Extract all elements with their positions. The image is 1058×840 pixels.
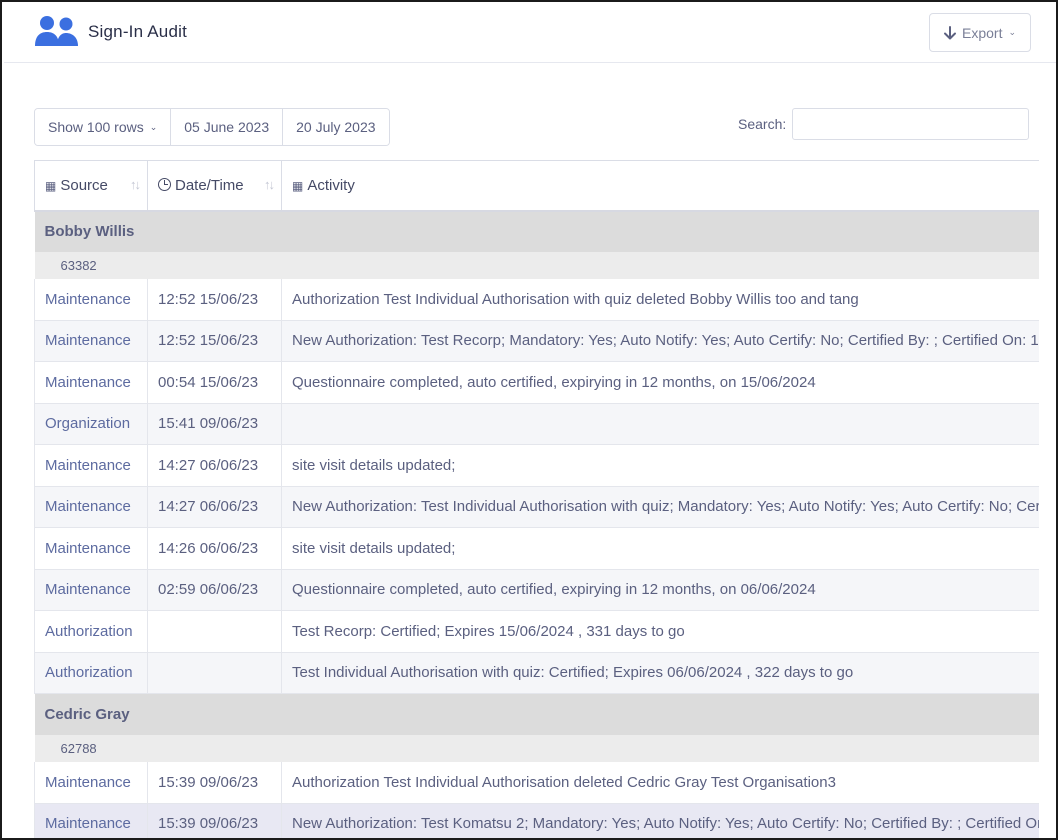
group-name: Bobby Willis xyxy=(34,210,1039,252)
cell-source: Maintenance xyxy=(34,486,148,528)
table-row[interactable]: Maintenance 00:54 15/06/23 Questionnaire c… xyxy=(34,361,1039,404)
cell-datetime: 15:39 09/06/23 xyxy=(147,803,282,838)
cell-datetime: 12:52 15/06/23 xyxy=(147,278,282,321)
audit-table: ▦ Source ↑↓ Date/Time ↑↓ ▦ Activity Bobby … xyxy=(34,160,1039,838)
export-label: Export xyxy=(962,24,1003,41)
cell-source: Maintenance xyxy=(34,803,148,838)
cell-activity: Test Recorp: Certified; Expires 15/06/20… xyxy=(281,610,1039,653)
table-row[interactable]: Maintenance 14:27 06/06/23 New Authorizati… xyxy=(34,486,1039,528)
table-row[interactable]: Maintenance 12:52 15/06/23 Authorization T… xyxy=(34,278,1039,321)
cell-datetime: 02:59 06/06/23 xyxy=(147,569,282,611)
cell-datetime xyxy=(147,652,282,694)
group-id: 63382 xyxy=(34,251,1039,279)
date-from-button[interactable]: 05 June 2023 xyxy=(171,109,284,145)
export-button[interactable]: Export ⌄ xyxy=(929,13,1031,52)
cell-source: Authorization xyxy=(34,652,148,694)
show-rows-label: Show 100 rows xyxy=(48,119,144,135)
cell-activity: Authorization Test Individual Authorisat… xyxy=(281,278,1039,321)
date-to-button[interactable]: 20 July 2023 xyxy=(283,109,389,145)
cell-source: Maintenance xyxy=(34,761,148,804)
group-id-row: 62788 xyxy=(34,734,1039,762)
cell-activity: site visit details updated; xyxy=(281,444,1039,487)
table-header-row: ▦ Source ↑↓ Date/Time ↑↓ ▦ Activity xyxy=(34,160,1039,212)
column-header-datetime[interactable]: Date/Time ↑↓ xyxy=(147,160,282,212)
cell-activity: Authorization Test Individual Authorisat… xyxy=(281,761,1039,804)
table-row[interactable]: Authorization Test Individual Authorisati… xyxy=(34,652,1039,694)
cell-datetime: 14:27 06/06/23 xyxy=(147,444,282,487)
cell-activity: site visit details updated; xyxy=(281,527,1039,570)
list-icon: ▦ xyxy=(45,178,57,193)
column-header-source[interactable]: ▦ Source ↑↓ xyxy=(34,160,148,212)
cell-datetime xyxy=(147,610,282,653)
group-id-row: 63382 xyxy=(34,251,1039,279)
audit-table-container: ▦ Source ↑↓ Date/Time ↑↓ ▦ Activity Bobby … xyxy=(34,160,1039,838)
cell-datetime: 00:54 15/06/23 xyxy=(147,361,282,404)
cell-activity: New Authorization: Test Komatsu 2; Manda… xyxy=(281,803,1039,838)
cell-datetime: 15:39 09/06/23 xyxy=(147,761,282,804)
cell-activity xyxy=(281,403,1039,445)
app-window: Sign-In Audit Export ⌄ Show 100 rows ⌄ 0… xyxy=(0,0,1058,840)
cell-source: Maintenance xyxy=(34,320,148,362)
column-header-activity[interactable]: ▦ Activity xyxy=(281,160,1039,212)
search-label: Search: xyxy=(738,116,787,132)
arrow-down-icon xyxy=(944,25,956,39)
sort-icon[interactable]: ↑↓ xyxy=(130,177,141,192)
cell-source: Maintenance xyxy=(34,527,148,570)
cell-source: Maintenance xyxy=(34,444,148,487)
cell-source: Maintenance xyxy=(34,569,148,611)
list-icon: ▦ xyxy=(292,178,304,193)
table-row[interactable]: Maintenance 14:26 06/06/23 site visit deta… xyxy=(34,527,1039,570)
cell-source: Maintenance xyxy=(34,361,148,404)
chevron-down-icon: ⌄ xyxy=(1008,27,1017,37)
cell-activity: New Authorization: Test Individual Autho… xyxy=(281,486,1039,528)
cell-source: Maintenance xyxy=(34,278,148,321)
cell-source: Authorization xyxy=(34,610,148,653)
table-row[interactable]: Maintenance 15:39 09/06/23 Authorization T… xyxy=(34,761,1039,804)
table-row[interactable]: Authorization Test Recorp: Certified; Exp… xyxy=(34,610,1039,653)
table-row[interactable]: Maintenance 12:52 15/06/23 New Authorizati… xyxy=(34,320,1039,362)
chevron-down-icon: ⌄ xyxy=(149,121,158,132)
column-header-label: Date/Time xyxy=(175,176,244,194)
cell-datetime: 14:26 06/06/23 xyxy=(147,527,282,570)
cell-datetime: 12:52 15/06/23 xyxy=(147,320,282,362)
column-header-label: Source xyxy=(60,176,108,194)
cell-activity: Test Individual Authorisation with quiz:… xyxy=(281,652,1039,694)
table-row[interactable]: Maintenance 14:27 06/06/23 site visit deta… xyxy=(34,444,1039,487)
table-controls: Show 100 rows ⌄ 05 June 2023 20 July 202… xyxy=(34,108,390,146)
sort-icon[interactable]: ↑↓ xyxy=(264,177,275,192)
search-input[interactable] xyxy=(792,108,1029,140)
table-row[interactable]: Organization 15:41 09/06/23 xyxy=(34,403,1039,445)
cell-activity: Questionnaire completed, auto certified,… xyxy=(281,361,1039,404)
page-title: Sign-In Audit xyxy=(88,22,187,41)
group-id: 62788 xyxy=(34,734,1039,762)
cell-activity: Questionnaire completed, auto certified,… xyxy=(281,569,1039,611)
cell-datetime: 14:27 06/06/23 xyxy=(147,486,282,528)
table-row[interactable]: Maintenance 02:59 06/06/23 Questionnaire c… xyxy=(34,569,1039,611)
column-header-label: Activity xyxy=(307,176,355,194)
group-row[interactable]: Bobby Willis xyxy=(34,210,1039,252)
group-name: Cedric Gray xyxy=(34,693,1039,735)
table-row[interactable]: Maintenance 15:39 09/06/23 New Authorizati… xyxy=(34,803,1039,838)
cell-activity: New Authorization: Test Recorp; Mandator… xyxy=(281,320,1039,362)
clock-icon xyxy=(158,177,171,191)
table-body: Bobby Willis 63382 Maintenance 12:52 15/06/… xyxy=(34,210,1039,838)
users-icon xyxy=(35,16,78,46)
show-rows-dropdown[interactable]: Show 100 rows ⌄ xyxy=(35,109,172,145)
group-row[interactable]: Cedric Gray xyxy=(34,693,1039,735)
cell-source: Organization xyxy=(34,403,148,445)
cell-datetime: 15:41 09/06/23 xyxy=(147,403,282,445)
page-header: Sign-In Audit Export ⌄ xyxy=(4,2,1056,63)
